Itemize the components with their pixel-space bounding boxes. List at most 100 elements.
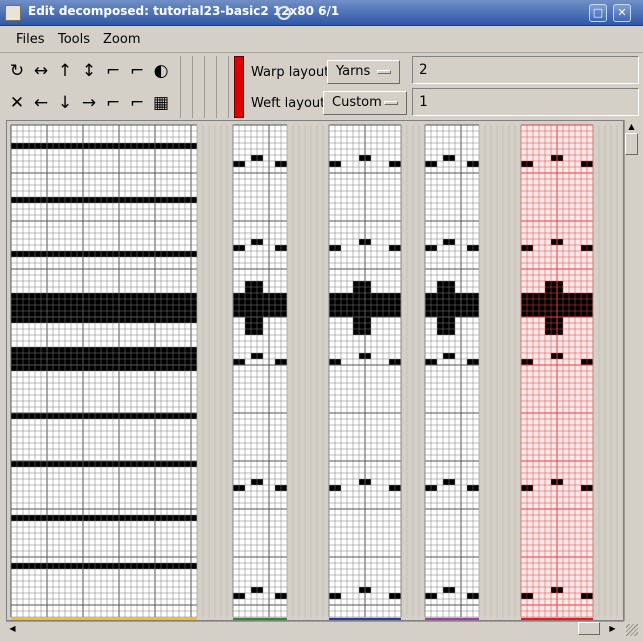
filled-cell[interactable] [233,299,287,305]
filled-cell[interactable] [353,329,371,335]
filled-cell[interactable] [353,323,371,329]
filled-cell[interactable] [233,305,287,311]
window-title: Edit decomposed: tutorial23-basic2 12x80… [28,4,340,18]
menu-zoom[interactable]: Zoom [103,32,140,47]
filled-cell[interactable] [11,143,197,149]
yarn-color-bar[interactable] [425,618,479,620]
filled-cell[interactable] [11,461,197,467]
filled-cell[interactable] [11,251,197,257]
filled-cell[interactable] [11,515,197,521]
divider [180,56,181,118]
filled-cell[interactable] [245,317,263,323]
filled-cell[interactable] [437,317,455,323]
filled-cell[interactable] [545,287,563,293]
filled-cell[interactable] [437,287,455,293]
filled-cell[interactable] [245,281,263,287]
filled-cell[interactable] [545,281,563,287]
weave-grid[interactable] [7,121,623,620]
warp-layout-label: Warp layout [251,65,330,80]
shift-down-icon[interactable]: ↓ [54,90,76,116]
filled-cell[interactable] [11,293,197,299]
filled-cell[interactable] [245,329,263,335]
filled-cell[interactable] [11,305,197,311]
shift-right-icon[interactable]: → [78,90,100,116]
filled-cell[interactable] [425,299,479,305]
filled-cell[interactable] [11,299,197,305]
scroll-left-icon[interactable]: ◀ [6,622,19,635]
filled-cell[interactable] [425,305,479,311]
filled-cell[interactable] [11,353,197,359]
horizontal-scrollbar[interactable]: ◀ ▶ [6,621,624,635]
filled-cell[interactable] [353,317,371,323]
filled-cell[interactable] [233,293,287,299]
checker-icon[interactable]: ▦ [150,90,172,116]
menu-files[interactable]: Files [16,32,45,47]
scroll-right-icon[interactable]: ▶ [606,622,619,635]
grid-block-4 [424,124,480,620]
filled-cell[interactable] [245,287,263,293]
twill-left-icon[interactable]: ⌐ [126,90,148,116]
filled-cell[interactable] [545,317,563,323]
divider [216,56,217,118]
weft-layout-select[interactable]: Custom [323,91,407,115]
filled-cell[interactable] [11,311,197,317]
filled-cell[interactable] [11,197,197,203]
grid-block-5 [520,124,594,620]
filled-cell[interactable] [11,563,197,569]
shift-left-icon[interactable]: ← [30,90,52,116]
current-color-swatch[interactable] [234,56,244,118]
filled-cell[interactable] [437,323,455,329]
menu-tools[interactable]: Tools [58,32,90,47]
yarn-color-bar[interactable] [233,618,287,620]
warp-layout-value: Yarns [336,64,371,79]
filled-cell[interactable] [245,323,263,329]
vertical-scroll-thumb[interactable] [625,133,638,155]
weft-layout-label: Weft layout [251,96,326,111]
filled-cell[interactable] [353,281,371,287]
vertical-scrollbar[interactable]: ▲ [624,120,638,621]
clear-icon[interactable]: ✕ [6,90,28,116]
flip-vertical-icon[interactable]: ↕ [78,58,100,84]
dropdown-indicator-icon [377,70,391,74]
shift-up-icon[interactable]: ↑ [54,58,76,84]
grid-block-2 [232,124,288,620]
weave-grid-panel[interactable] [6,120,624,621]
filled-cell[interactable] [545,323,563,329]
yarn-color-bar[interactable] [11,618,197,620]
filled-cell[interactable] [545,329,563,335]
filled-cell[interactable] [425,311,479,317]
weft-repeat-field[interactable]: 1 [412,88,639,116]
filled-cell[interactable] [11,317,197,323]
filled-cell[interactable] [353,287,371,293]
invert-icon[interactable]: ◐ [150,58,172,84]
warp-layout-select[interactable]: Yarns [327,60,400,84]
maximize-button[interactable]: □ [589,4,607,22]
filled-cell[interactable] [11,413,197,419]
steps-up-icon[interactable]: ⌐ [102,58,124,84]
warp-repeat-field[interactable]: 2 [412,56,639,84]
grid-block-1 [10,124,198,620]
filled-cell[interactable] [11,347,197,353]
filled-cell[interactable] [425,293,479,299]
divider [228,56,229,118]
filled-cell[interactable] [233,311,287,317]
filled-cell[interactable] [437,281,455,287]
filled-cell[interactable] [11,365,197,371]
filled-cell[interactable] [11,359,197,365]
yarn-color-bar[interactable] [329,618,401,620]
filled-cell[interactable] [437,329,455,335]
horizontal-scroll-thumb[interactable] [578,622,600,635]
flip-horizontal-icon[interactable]: ↔ [30,58,52,84]
menu-bar: Files Tools Zoom [0,27,643,53]
yarn-color-bar[interactable] [521,618,593,620]
weft-layout-value: Custom [332,95,382,110]
dropdown-indicator-icon [384,101,398,105]
toolbar: Warp layout Yarns Weft layout Custom 2 1… [0,54,643,118]
scroll-up-icon[interactable]: ▲ [625,120,638,133]
steps-down-icon[interactable]: ⌐ [126,58,148,84]
resize-grip-icon[interactable] [626,624,638,636]
rotate-icon[interactable]: ↻ [6,58,28,84]
close-button[interactable]: ✕ [613,4,631,22]
twill-right-icon[interactable]: ⌐ [102,90,124,116]
busy-spinner-icon [277,6,291,20]
